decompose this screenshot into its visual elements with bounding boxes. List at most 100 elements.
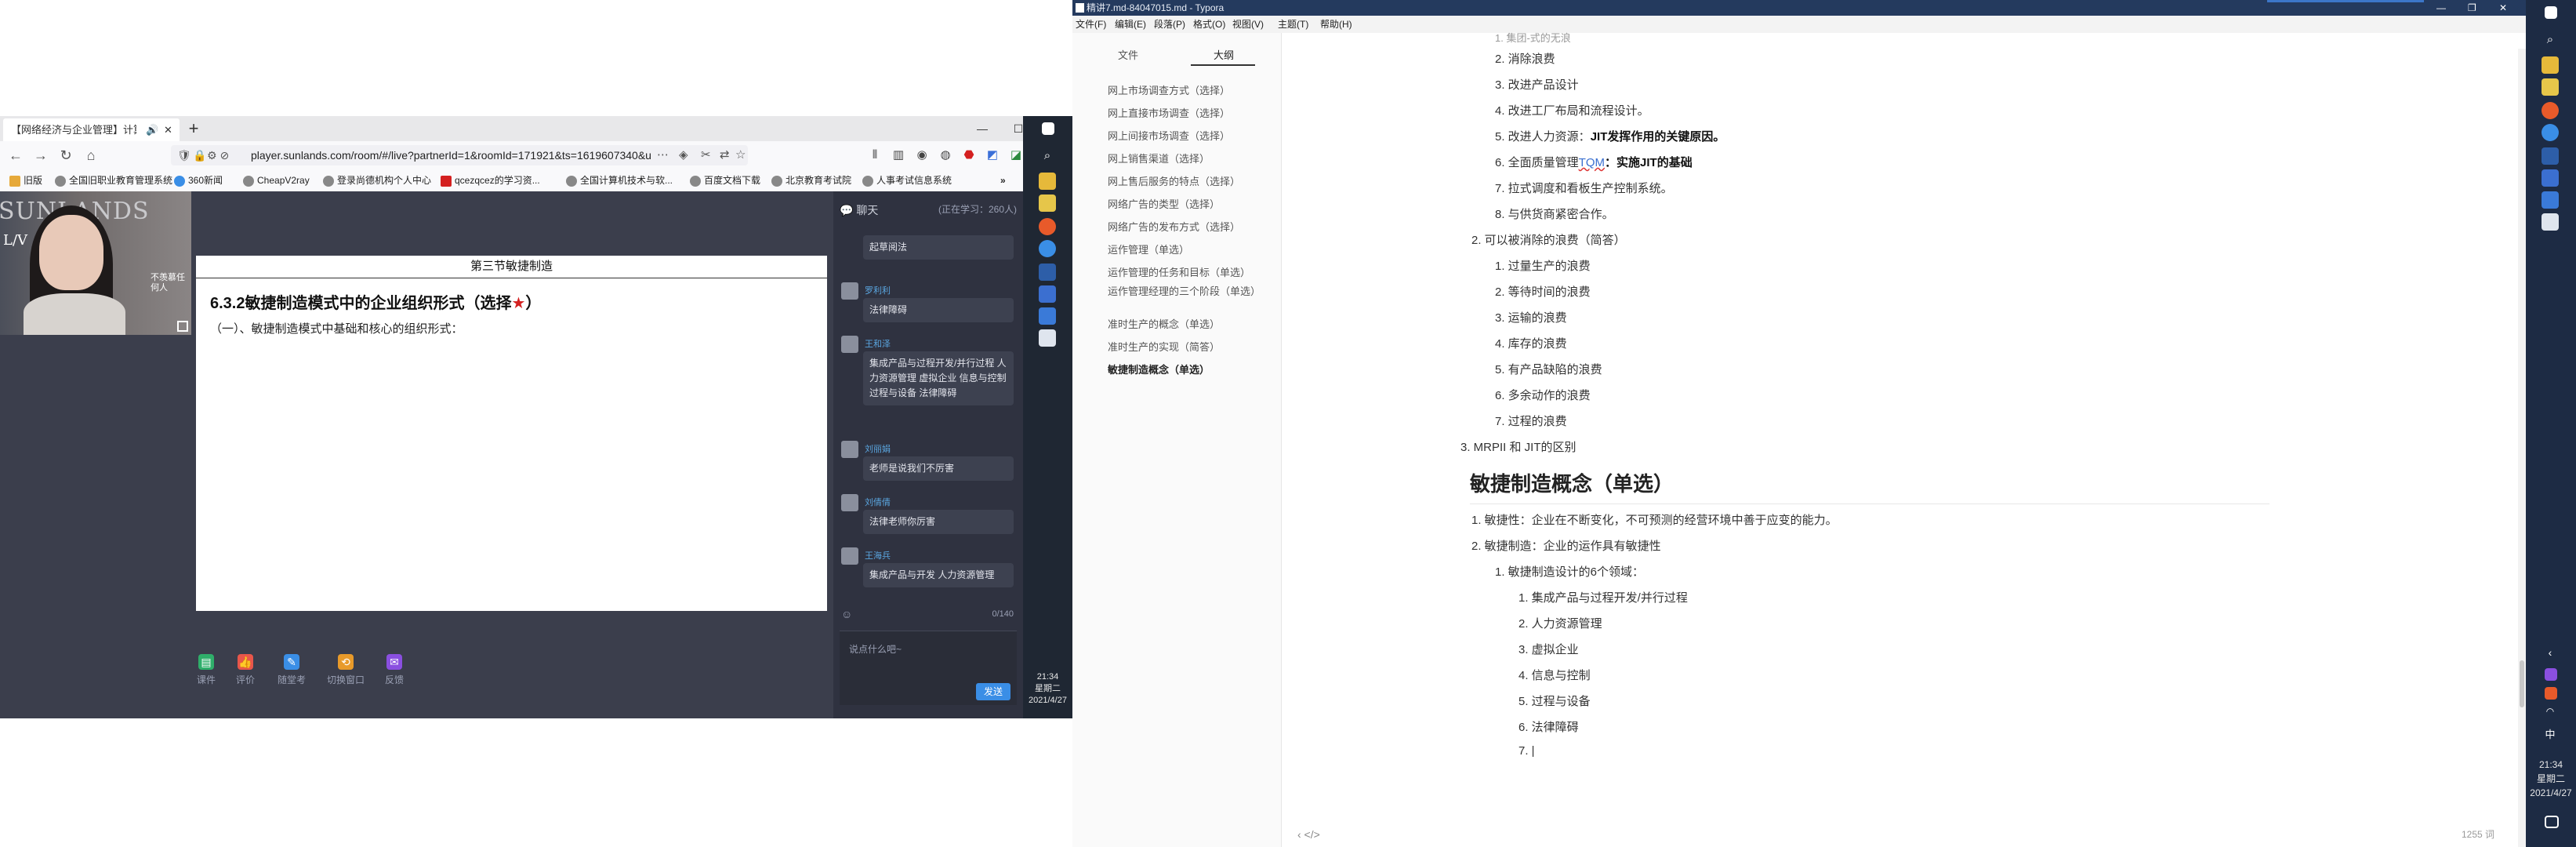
url-bar[interactable]: 🛡 🔒 ⚙ ⊘ player.sunlands.com/room/#/live?… [171, 145, 748, 165]
explorer-icon[interactable] [1039, 173, 1056, 190]
bookmark-item[interactable]: 北京教育考试院 [771, 169, 851, 191]
taskbar-clock[interactable]: 21:34 星期二 2021/4/27 [2526, 758, 2576, 800]
evaluate-button[interactable]: 👍 评价 [222, 654, 269, 686]
outline-item[interactable]: 准时生产的实现（简答） [1108, 341, 1264, 354]
windows-start-icon[interactable] [2545, 6, 2557, 19]
home-icon[interactable]: ⌂ [82, 146, 100, 165]
menu-theme[interactable]: 主题(T) [1278, 16, 1308, 33]
input-method-icon[interactable]: 中 [2542, 726, 2559, 743]
extension-icon[interactable]: ◍ [936, 146, 955, 165]
menu-view[interactable]: 视图(V) [1232, 16, 1264, 33]
page-actions-icon[interactable]: ⋯ [657, 145, 669, 165]
bookmark-item[interactable]: qcezqcez的学习资... [441, 169, 540, 191]
speaker-icon[interactable]: 🔊 [146, 118, 158, 141]
screenshot-icon[interactable]: ✂ [701, 145, 711, 165]
notification-icon[interactable] [2545, 816, 2559, 828]
feedback-button[interactable]: ✉ 反馈 [371, 654, 418, 686]
minimize-button[interactable]: — [2436, 0, 2446, 16]
pocket-icon[interactable]: ◈ [679, 145, 688, 165]
forward-icon[interactable]: → [31, 146, 50, 165]
outline-item[interactable]: 网上间接市场调查（选择） [1108, 130, 1264, 143]
editor[interactable]: 1. 集团-式的无浪 2. 消除浪费 3. 改进产品设计 4. 改进工厂布局和流… [1282, 32, 2526, 847]
bookmark-item[interactable]: 全国旧职业教育管理系统 [55, 169, 172, 191]
browser-tab[interactable]: 【网络经济与企业管理】计算机... 🔊 ✕ [3, 118, 180, 141]
folder-icon[interactable] [2542, 78, 2559, 96]
translate-icon[interactable]: ⇄ [720, 145, 730, 165]
tab-files[interactable]: 文件 [1118, 47, 1138, 62]
maximize-button[interactable]: ❐ [2468, 0, 2476, 16]
bookmark-item[interactable]: 旧版 [9, 169, 42, 191]
tray-icon[interactable] [2545, 668, 2557, 681]
typora-icon[interactable] [2542, 213, 2559, 231]
firefox-icon[interactable] [1039, 218, 1056, 235]
source-mode-toggle[interactable]: ‹ </> [1297, 828, 1320, 841]
back-icon[interactable]: ← [6, 146, 25, 165]
bookmark-item[interactable]: 人事考试信息系统 [862, 169, 952, 191]
outline-item[interactable]: 运作管理经理的三个阶段（单选） [1108, 285, 1261, 298]
outline-item[interactable]: 网络广告的类型（选择） [1108, 198, 1264, 211]
bookmark-star-icon[interactable]: ☆ [735, 145, 746, 165]
list-item-editing[interactable]: 7. | [1518, 744, 1535, 758]
sidebar-icon[interactable]: ▥ [889, 146, 908, 165]
reload-icon[interactable]: ↻ [56, 146, 75, 165]
tray-icon[interactable] [2545, 687, 2557, 700]
menu-paragraph[interactable]: 段落(P) [1154, 16, 1185, 33]
library-icon[interactable]: ⫴ [865, 146, 884, 165]
outline-item[interactable]: 运作管理的任务和目标（单选） [1108, 267, 1264, 279]
menu-edit[interactable]: 编辑(E) [1115, 16, 1146, 33]
app-icon[interactable] [1039, 264, 1056, 281]
bookmark-item[interactable]: 登录尚德机构个人中心 [323, 169, 431, 191]
teacher-video[interactable]: SUNLANDS L/V 不羡慕任何人 [0, 191, 191, 335]
outline-item[interactable]: 网络广告的发布方式（选择） [1108, 221, 1264, 234]
account-icon[interactable]: ◉ [912, 146, 931, 165]
lock-icon[interactable]: 🔒 [193, 145, 206, 165]
outline-item[interactable]: 网上销售渠道（选择） [1108, 153, 1264, 165]
outline-item[interactable]: 网上直接市场调查（选择） [1108, 107, 1264, 120]
word-icon[interactable] [2542, 169, 2559, 187]
close-tab-icon[interactable]: ✕ [164, 118, 172, 141]
taskbar-clock[interactable]: 21:34 星期二 2021/4/27 [1023, 671, 1072, 707]
word-icon[interactable] [1039, 285, 1056, 303]
scrollbar[interactable] [2518, 49, 2526, 847]
menu-format[interactable]: 格式(O) [1193, 16, 1225, 33]
expand-video-icon[interactable] [177, 321, 188, 332]
menu-file[interactable]: 文件(F) [1076, 16, 1106, 33]
more-bookmarks-icon[interactable]: » [1000, 169, 1006, 191]
app-icon[interactable] [2542, 124, 2559, 141]
explorer-icon[interactable] [2542, 56, 2559, 74]
folder-icon[interactable] [1039, 194, 1056, 212]
app-icon[interactable] [2542, 191, 2559, 209]
bookmark-item[interactable]: 百度文档下载 [690, 169, 760, 191]
app-icon[interactable] [2542, 147, 2559, 165]
windows-start-icon[interactable] [1042, 122, 1054, 135]
vpn-icon[interactable]: ◩ [983, 146, 1002, 165]
search-icon[interactable]: ⌕ [1039, 149, 1056, 166]
outline-item[interactable]: 网上市场调查方式（选择） [1108, 85, 1264, 97]
search-icon[interactable]: ⌕ [2542, 33, 2559, 50]
adblock-icon[interactable]: ⬣ [960, 146, 978, 165]
typora-icon[interactable] [1039, 329, 1056, 347]
close-button[interactable]: ✕ [2499, 0, 2507, 16]
new-tab-button[interactable]: + [183, 118, 204, 139]
outline-item[interactable]: 网上售后服务的特点（选择） [1108, 176, 1264, 188]
permissions-icon[interactable]: ⚙ ⊘ [207, 145, 229, 165]
bookmark-item[interactable]: CheapV2ray [243, 169, 310, 191]
menu-help[interactable]: 帮助(H) [1320, 16, 1352, 33]
wifi-icon[interactable]: ◠ [2542, 706, 2559, 723]
app-icon[interactable] [1039, 240, 1056, 257]
shield-icon[interactable]: 🛡 [177, 145, 191, 165]
bookmark-item[interactable]: 全国计算机技术与软... [566, 169, 673, 191]
outline-item[interactable]: 运作管理（单选） [1108, 244, 1264, 256]
chevron-up-icon[interactable]: ‹ [2542, 646, 2559, 663]
app-icon[interactable] [1039, 307, 1056, 325]
outline-item-active[interactable]: 敏捷制造概念（单选） [1108, 364, 1264, 376]
chat-input-box[interactable]: ☺ 0/140 说点什么吧~ 发送 [840, 608, 1017, 705]
send-button[interactable]: 发送 [976, 683, 1010, 700]
outline-item[interactable]: 准时生产的概念（单选） [1108, 318, 1264, 331]
emoji-icon[interactable]: ☺ [841, 608, 852, 620]
word-count[interactable]: 1255 词 [2462, 827, 2494, 841]
switch-window-button[interactable]: ⟲ 切换窗口 [322, 654, 369, 686]
firefox-icon[interactable] [2542, 102, 2559, 119]
quiz-button[interactable]: ✎ 随堂考 [268, 654, 315, 686]
bookmark-item[interactable]: 360新闻 [174, 169, 223, 191]
